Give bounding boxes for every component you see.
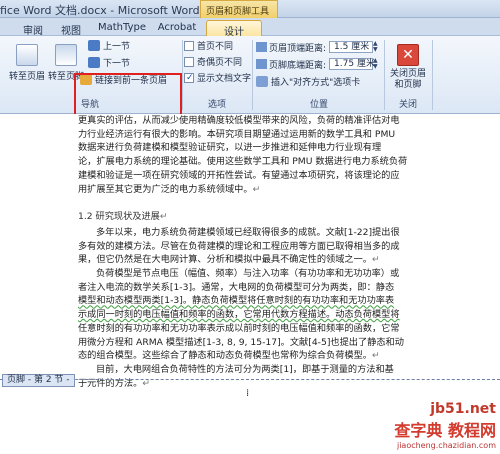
paragraph-current-methods: 目前，大电网组合负荷特性的方法可分为两类[1]，即基于测量的方法和基 于元件的方… [78,364,394,389]
footer-section-label: 页脚 - 第 2 节 - [2,374,75,387]
tab-mathtype[interactable]: MathType [94,20,150,36]
paragraph-history: 多年以来，电力系统负荷建模领域已经取得很多的成就。文献[1-22]提出很 多有效… [78,227,400,266]
spinner-arrows-icon[interactable]: ▲ ▼ [373,41,381,53]
goto-footer-icon [55,44,77,66]
tab-view[interactable]: 视图 [56,20,86,37]
ribbon: 转至页眉 转至页脚 上一节 下一节 链接到前一条页眉 导航 首页不同 奇偶页不同… [0,36,500,131]
show-document-text-checkbox[interactable]: 显示文档文字 [184,71,251,86]
footer-boundary-line [0,379,500,380]
group-separator [252,40,253,110]
title-bar: fice Word 文档.docx - Microsoft Word 页眉和页脚… [0,0,500,18]
close-header-footer-button[interactable]: ✕ 关闭页眉和页脚 [386,44,430,91]
arrow-down-icon [88,57,100,68]
different-odd-even-checkbox[interactable]: 奇偶页不同 [184,56,242,70]
header-top-distance: 页眉顶端距离: 1.5 厘米 ▲ ▼ [256,41,381,54]
prev-section-button[interactable]: 上一节 [88,40,130,54]
tab-review[interactable]: 审阅 [18,20,48,37]
window-title: fice Word 文档.docx - Microsoft Word [0,4,200,17]
watermark: jb51.net 查字典 教程网 jiaocheng.chazidian.com [394,401,496,450]
footer-bottom-input[interactable]: 1.75 厘米 [329,58,375,70]
paragraph-intro: 更真实的评估，从而减少使用精确度较低模型带来的风险，负荷的精准评估对电 力行业经… [78,115,408,195]
insert-align-tab-button[interactable]: 插入"对齐方式"选项卡 [256,76,360,90]
position-group-label: 位置 [309,100,328,110]
tab-acrobat[interactable]: Acrobat [154,20,200,36]
options-group-label: 选项 [207,100,226,110]
goto-header-button[interactable]: 转至页眉 [8,44,46,82]
header-top-input[interactable]: 1.5 厘米 [329,41,374,53]
ribbon-tab-row: 审阅 视图 MathType Acrobat 设计 [0,18,500,38]
group-separator [432,40,433,110]
next-section-button[interactable]: 下一节 [88,57,130,71]
checkbox-icon [184,57,194,67]
align-tab-icon [256,76,268,87]
context-tab-group-label: 页眉和页脚工具 [206,7,270,17]
group-separator [384,40,385,110]
close-icon: ✕ [397,44,419,66]
arrow-up-icon [88,40,100,51]
close-group-label: 关闭 [398,100,417,110]
footer-distance-icon [256,59,267,69]
goto-header-icon [16,44,38,66]
different-first-page-checkbox[interactable]: 首页不同 [184,40,233,54]
checkbox-checked-icon [184,71,194,85]
header-footer-tools-group: 页眉和页脚工具 [200,0,278,18]
group-separator [182,40,183,110]
text-cursor-icon: ⁞ [246,388,250,399]
section-heading: 1.2 研究现状及进展↵ [78,211,168,222]
header-distance-icon [256,42,267,52]
paragraph-load-models: 负荷模型是节点电压（幅值、频率）与注入功率（有功功率和无功功率）或 者注入电流的… [78,268,404,362]
tab-design[interactable]: 设计 [206,20,262,38]
checkbox-icon [184,41,194,51]
spinner-arrows-icon[interactable]: ▲ ▼ [373,58,381,70]
footer-bottom-distance: 页脚底端距离: 1.75 厘米▲ ▼ [256,58,381,71]
